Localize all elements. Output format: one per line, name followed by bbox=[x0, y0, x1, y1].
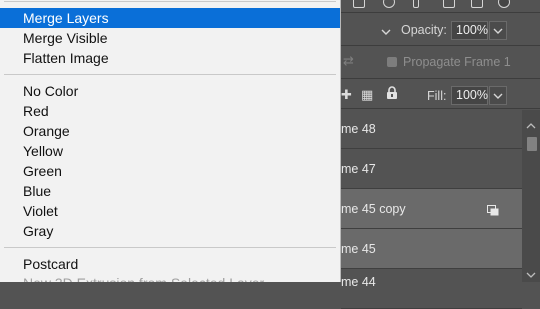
fill-input[interactable]: 100% bbox=[451, 86, 488, 105]
unify-style-icon[interactable]: ⇄ bbox=[343, 53, 354, 69]
shape-filter-icon[interactable] bbox=[443, 0, 455, 8]
menu-item-orange[interactable]: Orange bbox=[0, 121, 340, 141]
opacity-input[interactable]: 100% bbox=[451, 21, 488, 40]
layer-name: me 48 bbox=[341, 122, 376, 136]
layer-row[interactable]: me 48 bbox=[341, 109, 522, 149]
adjustment-filter-icon[interactable] bbox=[383, 0, 395, 8]
menu-separator bbox=[4, 74, 336, 75]
scroll-down-icon[interactable] bbox=[526, 266, 536, 278]
layer-row[interactable]: me 47 bbox=[341, 149, 522, 189]
opacity-dropdown-button[interactable] bbox=[489, 21, 507, 40]
menu-top-edge bbox=[0, 0, 340, 5]
divider bbox=[341, 45, 540, 46]
layer-name: me 44 bbox=[341, 275, 376, 289]
layers-panel: Opacity: 100% ⇄ Propagate Frame 1 ✚ ▦ Fi… bbox=[341, 0, 540, 309]
layer-row[interactable]: me 44 bbox=[341, 269, 522, 309]
smart-object-icon bbox=[487, 203, 499, 216]
layer-kind-icon[interactable] bbox=[353, 0, 365, 8]
menu-item-blue[interactable]: Blue bbox=[0, 181, 340, 201]
menu-separator bbox=[4, 247, 336, 248]
chevron-down-icon bbox=[493, 26, 503, 36]
layer-row-selected[interactable]: me 45 copy bbox=[341, 189, 522, 229]
menu-item-merge-visible[interactable]: Merge Visible bbox=[0, 28, 340, 48]
opacity-label: Opacity: bbox=[401, 23, 447, 37]
panel-top-icon-row bbox=[341, 0, 540, 12]
menu-item-violet[interactable]: Violet bbox=[0, 201, 340, 221]
menu-item-yellow[interactable]: Yellow bbox=[0, 141, 340, 161]
lock-position-icon[interactable]: ✚ bbox=[341, 87, 352, 103]
layer-name: me 45 bbox=[341, 242, 376, 256]
propagate-frame-label: Propagate Frame 1 bbox=[403, 55, 511, 69]
filter-toggle-icon[interactable] bbox=[498, 0, 510, 8]
type-filter-icon[interactable] bbox=[413, 0, 419, 8]
layer-name: me 45 copy bbox=[341, 202, 406, 216]
menu-item-new-3d-extrusion: New 3D Extrusion from Selected Layer bbox=[0, 273, 340, 282]
menu-item-green[interactable]: Green bbox=[0, 161, 340, 181]
scrollbar-thumb[interactable] bbox=[527, 137, 537, 151]
menu-item-no-color[interactable]: No Color bbox=[0, 81, 340, 101]
fill-label: Fill: bbox=[427, 89, 447, 103]
fill-dropdown-button[interactable] bbox=[489, 86, 507, 105]
layer-name: me 47 bbox=[341, 162, 376, 176]
layer-context-menu: Merge Layers Merge Visible Flatten Image… bbox=[0, 0, 341, 282]
divider bbox=[341, 78, 540, 79]
lock-artboard-icon[interactable]: ▦ bbox=[361, 87, 373, 103]
smart-object-filter-icon[interactable] bbox=[471, 0, 483, 8]
blend-mode-dropdown[interactable] bbox=[341, 20, 395, 41]
menu-item-postcard[interactable]: Postcard bbox=[0, 254, 340, 274]
menu-item-red[interactable]: Red bbox=[0, 101, 340, 121]
chevron-down-icon bbox=[493, 91, 503, 101]
chevron-down-icon bbox=[381, 27, 391, 37]
lock-all-icon[interactable] bbox=[386, 86, 398, 102]
menu-item-flatten-image[interactable]: Flatten Image bbox=[0, 48, 340, 68]
menu-item-merge-layers[interactable]: Merge Layers bbox=[0, 8, 340, 28]
propagate-frame-checkbox[interactable] bbox=[387, 57, 397, 67]
layer-row-selected[interactable]: me 45 bbox=[341, 229, 522, 269]
layers-scrollbar[interactable] bbox=[522, 110, 540, 282]
menu-item-gray[interactable]: Gray bbox=[0, 221, 340, 241]
scroll-up-icon[interactable] bbox=[526, 117, 536, 129]
divider bbox=[341, 12, 540, 13]
